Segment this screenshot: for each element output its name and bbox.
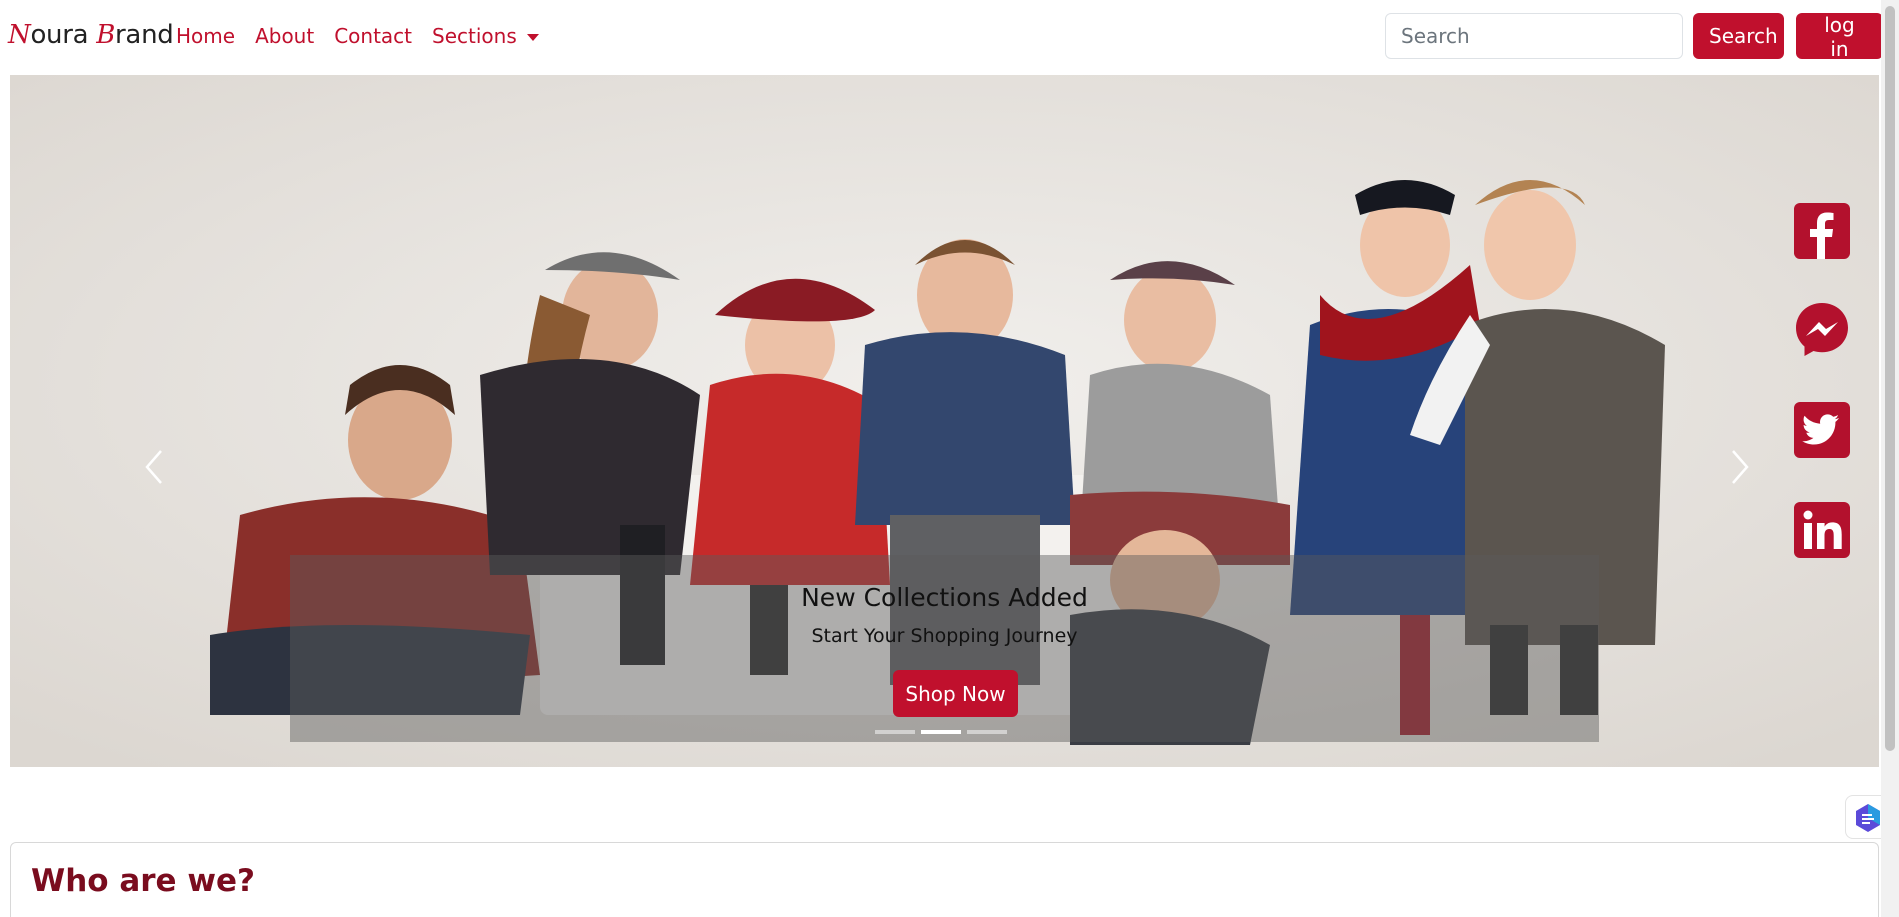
carousel-next-button[interactable] [1719, 447, 1759, 487]
linkedin-icon [1794, 502, 1850, 558]
scrollbar-thumb[interactable] [1885, 6, 1895, 751]
nav-sections-dropdown[interactable]: Sections [432, 24, 539, 48]
chevron-left-icon [145, 450, 162, 484]
nav-about[interactable]: About [255, 24, 314, 48]
twitter-icon [1794, 402, 1850, 458]
caption-title: New Collections Added [801, 583, 1088, 612]
nav-home[interactable]: Home [176, 24, 235, 48]
about-section-card: Who are we? [10, 842, 1879, 917]
brand-logo[interactable]: Noura Brand [8, 20, 174, 50]
caret-down-icon [526, 33, 539, 41]
search-input[interactable] [1385, 13, 1683, 59]
brand-initial-b: B [96, 20, 116, 50]
carousel-indicator-1[interactable] [875, 730, 915, 734]
facebook-icon [1794, 203, 1850, 259]
messenger-icon [1796, 303, 1848, 356]
carousel-caption: New Collections Added Start Your Shoppin… [290, 555, 1599, 742]
nav-sections-label: Sections [432, 24, 517, 48]
twitter-link[interactable] [1793, 401, 1851, 459]
brand-text-part2: rand [115, 20, 174, 50]
messenger-link[interactable] [1793, 300, 1851, 358]
brand-initial-n: N [8, 20, 31, 50]
hero-carousel: New Collections Added Start Your Shoppin… [10, 75, 1879, 767]
shop-now-button[interactable]: Shop Now [893, 670, 1018, 717]
navbar: Noura Brand Home About Contact Sections … [0, 0, 1899, 75]
login-button[interactable]: log in [1796, 13, 1883, 61]
chevron-right-icon [1732, 450, 1749, 484]
carousel-indicator-3[interactable] [967, 730, 1007, 734]
brand-text-part1: oura [30, 20, 97, 50]
nav-contact[interactable]: Contact [334, 24, 412, 48]
carousel-prev-button[interactable] [135, 447, 175, 487]
caption-subtitle: Start Your Shopping Journey [811, 625, 1078, 647]
linkedin-link[interactable] [1793, 501, 1851, 559]
facebook-link[interactable] [1793, 202, 1851, 260]
nav-links: Home About Contact Sections [176, 24, 559, 48]
carousel-indicator-2[interactable] [921, 730, 961, 734]
search-button[interactable]: Search [1693, 13, 1784, 59]
section-title: Who are we? [31, 863, 256, 899]
page-scrollbar[interactable] [1881, 0, 1899, 917]
carousel-indicators [875, 730, 1007, 734]
